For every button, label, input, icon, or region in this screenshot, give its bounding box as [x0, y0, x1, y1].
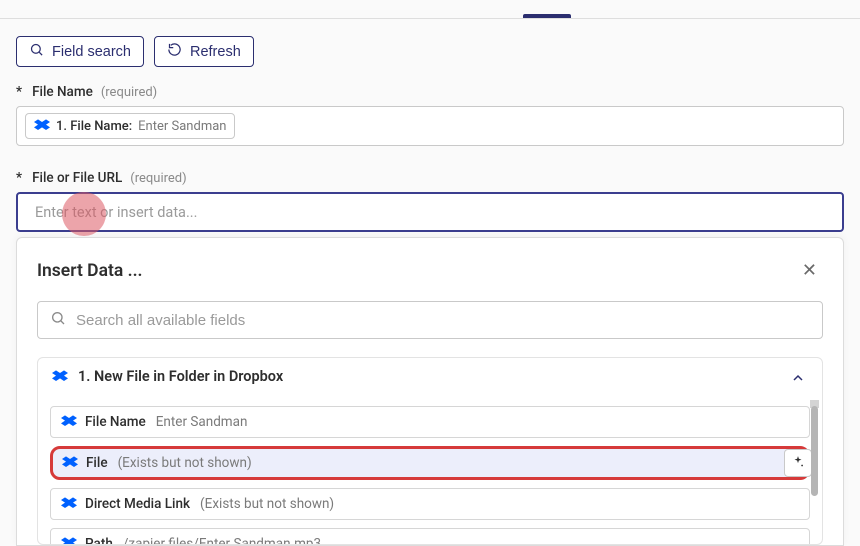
refresh-label: Refresh	[190, 44, 241, 60]
close-icon: ✕	[802, 260, 817, 280]
required-asterisk: *	[16, 170, 22, 186]
data-item-direct-media-link[interactable]: Direct Media Link (Exists but not shown)	[50, 488, 810, 520]
item-suffix: (Exists but not shown)	[200, 496, 334, 512]
required-asterisk: *	[16, 84, 22, 100]
required-hint: (required)	[130, 171, 186, 186]
source-header[interactable]: 1. New File in Folder in Dropbox	[38, 358, 822, 395]
dropbox-icon	[61, 536, 77, 544]
field-label-row: * File Name (required)	[16, 84, 844, 100]
data-item-file-name[interactable]: File Name Enter Sandman	[50, 406, 810, 438]
item-name: File Name	[85, 414, 146, 430]
field-search-label: Field search	[52, 44, 131, 60]
scrollbar-thumb[interactable]	[811, 406, 818, 496]
data-pill-file-name[interactable]: 1. File Name: Enter Sandman	[25, 113, 235, 139]
file-name-input[interactable]: 1. File Name: Enter Sandman	[16, 106, 844, 146]
active-tab-indicator	[523, 14, 571, 18]
item-name: Direct Media Link	[85, 496, 190, 512]
search-icon	[50, 310, 66, 330]
dropbox-icon	[52, 369, 68, 385]
refresh-button[interactable]: Refresh	[154, 36, 254, 67]
item-suffix: /zapier files/Enter Sandman.mp3	[123, 536, 321, 544]
top-divider	[0, 18, 860, 19]
input-placeholder: Enter text or insert data...	[25, 204, 197, 221]
dropbox-icon	[34, 118, 50, 134]
toolbar: Field search Refresh	[16, 36, 254, 67]
field-label-row: * File or File URL (required)	[16, 170, 844, 186]
field-search-button[interactable]: Field search	[16, 36, 144, 67]
field-file-name: * File Name (required) 1. File Name: Ent…	[16, 84, 844, 146]
item-name: File	[86, 455, 108, 471]
popover-header: Insert Data ... ✕	[37, 258, 823, 283]
search-input[interactable]	[76, 312, 810, 329]
data-item-path[interactable]: Path /zapier files/Enter Sandman.mp3	[50, 528, 810, 544]
field-file-or-url: * File or File URL (required) Enter text…	[16, 170, 844, 232]
pill-value: Enter Sandman	[138, 119, 226, 134]
data-item-file[interactable]: File (Exists but not shown)	[50, 446, 810, 480]
search-box[interactable]	[37, 301, 823, 339]
refresh-icon	[167, 42, 182, 61]
field-label: File Name	[32, 84, 93, 100]
item-name: Path	[85, 536, 113, 544]
sparkle-icon	[791, 455, 805, 472]
source-container: 1. New File in Folder in Dropbox File Na…	[37, 357, 823, 545]
required-hint: (required)	[101, 85, 157, 100]
popover-title: Insert Data ...	[37, 261, 143, 281]
ai-enhance-button[interactable]	[784, 449, 812, 477]
item-suffix: (Exists but not shown)	[118, 455, 252, 471]
field-label: File or File URL	[32, 170, 122, 186]
source-body: File Name Enter Sandman File (Exists but…	[38, 400, 822, 544]
file-or-url-input[interactable]: Enter text or insert data...	[16, 192, 844, 232]
search-icon	[29, 42, 44, 61]
pill-prefix: 1. File Name:	[56, 119, 132, 134]
dropbox-icon	[62, 455, 78, 471]
item-suffix: Enter Sandman	[156, 414, 248, 430]
source-title: 1. New File in Folder in Dropbox	[78, 368, 283, 385]
insert-data-popover: Insert Data ... ✕ 1. New File in Folder …	[16, 237, 844, 546]
dropbox-icon	[61, 414, 77, 430]
close-button[interactable]: ✕	[796, 258, 823, 283]
chevron-up-icon[interactable]	[790, 370, 806, 390]
dropbox-icon	[61, 496, 77, 512]
